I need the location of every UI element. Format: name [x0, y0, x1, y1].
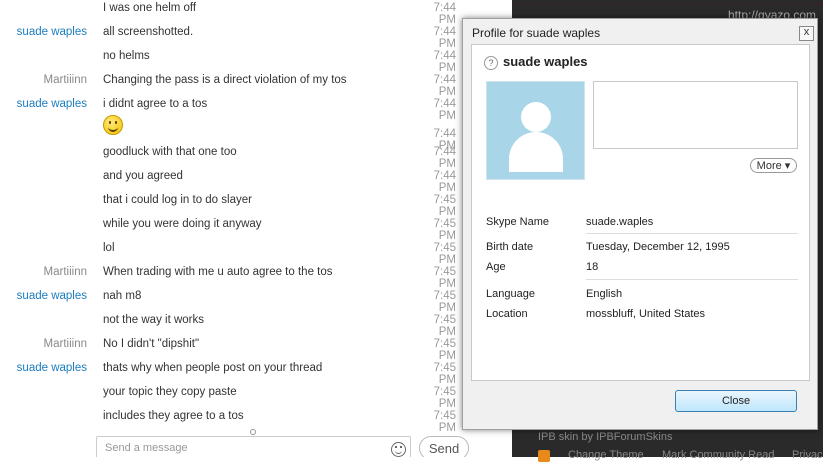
avatar-head-icon	[521, 102, 551, 132]
privacy-link[interactable]: Privac	[792, 449, 823, 461]
message-text: lol	[103, 242, 115, 254]
message-text: thats why when people post on your threa…	[103, 362, 323, 374]
more-button[interactable]: More ▾	[750, 158, 797, 173]
message-text: I was one helm off	[103, 2, 197, 14]
birth-date-label: Birth date	[486, 241, 534, 253]
message-input-box[interactable]	[96, 436, 411, 457]
divider	[586, 233, 798, 234]
forum-footer-links: Change Theme Mark Community Read Privac	[538, 449, 823, 462]
chat-message-row: not the way it works 7:45 PM	[0, 309, 512, 338]
message-sender[interactable]: suade waples	[0, 290, 87, 302]
chat-message-row: no helms 7:44 PM	[0, 45, 512, 74]
close-button[interactable]: Close	[675, 390, 797, 412]
chat-message-row: while you were doing it anyway 7:45 PM	[0, 213, 512, 242]
mark-community-read-link[interactable]: Mark Community Read	[662, 449, 774, 461]
avatar	[486, 81, 585, 180]
status-unknown-icon: ?	[484, 56, 498, 70]
dialog-footer: Close	[463, 381, 817, 429]
chat-message-row: suade waples i didnt agree to a tos 7:44 P…	[0, 93, 512, 122]
divider	[586, 279, 798, 280]
chat-history: I was one helm off 7:44 PM suade waples all…	[0, 0, 512, 457]
rss-icon[interactable]	[538, 450, 550, 462]
location-value: mossbluff, United States	[586, 308, 706, 320]
chat-message-row: Martiiinn No I didn't "dipshit" 7:45 PM	[0, 333, 512, 362]
message-sender[interactable]: Martiiinn	[0, 266, 87, 278]
change-theme-link[interactable]: Change Theme	[568, 449, 644, 461]
chat-message-row: suade waples nah m8 7:45 PM	[0, 285, 512, 314]
message-text: When trading with me u auto agree to the…	[103, 266, 333, 278]
mood-message-box	[593, 81, 798, 149]
skype-name-value: suade.waples	[586, 216, 654, 228]
chat-message-row: and you agreed 7:44 PM	[0, 165, 512, 194]
chat-message-row: Martiiinn Changing the pass is a direct v…	[0, 69, 512, 98]
message-sender[interactable]: Martiiinn	[0, 74, 87, 86]
message-text: goodluck with that one too	[103, 146, 237, 158]
chat-message-row: that i could log in to do slayer 7:45 PM	[0, 189, 512, 218]
message-sender[interactable]: suade waples	[0, 98, 87, 110]
skype-name-label: Skype Name	[486, 216, 549, 228]
message-sender[interactable]: suade waples	[0, 362, 87, 374]
smiley-emoticon-icon	[103, 115, 123, 135]
message-text: includes they agree to a tos	[103, 410, 244, 422]
language-label: Language	[486, 288, 535, 300]
chat-message-row: Martiiinn When trading with me u auto agr…	[0, 261, 512, 290]
message-text: while you were doing it anyway	[103, 218, 262, 230]
message-input[interactable]	[103, 441, 377, 455]
avatar-body-icon	[509, 132, 563, 172]
chat-message-row: I was one helm off 7:44 PM	[0, 0, 512, 26]
profile-panel: ? suade waples More ▾ Skype Name suade.w…	[471, 44, 810, 381]
message-sender[interactable]: suade waples	[0, 26, 87, 38]
chat-message-row: suade waples all screenshotted. 7:44 PM	[0, 21, 512, 50]
location-label: Location	[486, 308, 528, 320]
ipb-skin-credit: IPB skin by IPBForumSkins	[538, 431, 673, 443]
emoticon-picker-icon[interactable]	[391, 442, 406, 457]
resize-handle[interactable]	[250, 429, 256, 435]
message-text: no helms	[103, 50, 150, 62]
chat-message-row: includes they agree to a tos 7:45 PM	[0, 405, 512, 434]
message-text: i didnt agree to a tos	[103, 98, 208, 110]
message-text: your topic they copy paste	[103, 386, 237, 398]
chat-message-row: goodluck with that one too 7:44 PM	[0, 141, 512, 170]
dialog-title: Profile for suade waples	[472, 26, 601, 40]
close-icon[interactable]: x	[799, 26, 814, 41]
chat-message-row: suade waples thats why when people post o…	[0, 357, 512, 386]
chat-message-row: your topic they copy paste 7:45 PM	[0, 381, 512, 410]
message-text: and you agreed	[103, 170, 183, 182]
message-text: all screenshotted.	[103, 26, 194, 38]
send-button[interactable]: Send	[419, 436, 469, 457]
age-value: 18	[586, 261, 599, 273]
message-timestamp: 7:45 PM	[433, 410, 456, 434]
message-sender[interactable]: Martiiinn	[0, 338, 87, 350]
message-text: nah m8	[103, 290, 142, 302]
message-text: that i could log in to do slayer	[103, 194, 252, 206]
message-text: Changing the pass is a direct violation …	[103, 74, 347, 86]
profile-name: suade waples	[503, 54, 588, 69]
age-label: Age	[486, 261, 506, 273]
language-value: English	[586, 288, 623, 300]
birth-date-value: Tuesday, December 12, 1995	[586, 241, 730, 253]
chat-message-row: lol 7:45 PM	[0, 237, 512, 266]
message-text: not the way it works	[103, 314, 204, 326]
chat-message-row: 7:44 PM	[0, 115, 512, 152]
profile-dialog: Profile for suade waples x ? suade waple…	[462, 18, 818, 430]
message-text: No I didn't "dipshit"	[103, 338, 200, 350]
